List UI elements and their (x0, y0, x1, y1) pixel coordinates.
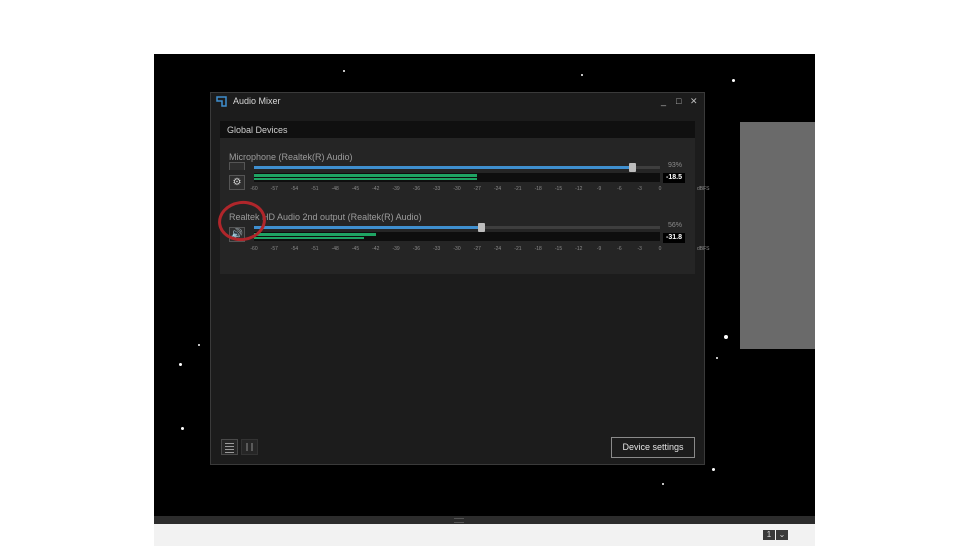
meter-bar (254, 178, 478, 180)
db-scale: -60 -57 -54 -51 -48 -45 -42 -39 -36 -33 -30 -27 -24-… (250, 246, 709, 254)
device-settings-button[interactable]: Device settings (611, 437, 695, 458)
microphone-level-meter (254, 173, 660, 182)
star (179, 363, 182, 366)
speaker-level-db: -31.8 (663, 233, 685, 243)
device-name-microphone: Microphone (Realtek(R) Audio) (229, 152, 353, 162)
close-button[interactable]: ✕ (690, 95, 698, 107)
global-devices-panel: Global Devices Microphone (Realtek(R) Au… (215, 121, 710, 274)
db-unit-label: dBFS (697, 246, 710, 252)
star (716, 357, 718, 359)
star (198, 344, 200, 346)
db-tick-label: -30 (453, 246, 461, 252)
bottom-toolbar: 1 ⌄ (154, 524, 815, 546)
meter-bar (254, 233, 376, 236)
db-tick-label: -12 (575, 186, 583, 192)
microphone-volume-percent: 93% (668, 162, 683, 169)
audio-mixer-window: Audio Mixer _ □ ✕ Global Devices Microph… (210, 92, 710, 465)
db-tick-label: -54 (290, 246, 299, 252)
db-scale: -60 -57 -54 -51 -48 -45 -42 -39 -36 -33 -30 -27 -24-… (250, 186, 709, 194)
db-tick-label: 0 (658, 186, 662, 192)
db-tick-label: -51 (311, 186, 319, 192)
db-tick-label: -54 (290, 186, 299, 192)
grid-view-icon[interactable] (241, 439, 258, 455)
db-tick-label: -51 (311, 246, 319, 252)
db-tick-label: -18 (534, 246, 542, 252)
star (732, 79, 735, 82)
meter-bar (254, 237, 364, 239)
db-tick-label: -15 (554, 186, 563, 192)
minimize-button[interactable]: _ (661, 95, 666, 107)
db-tick-label: -18 (534, 186, 542, 192)
star (181, 427, 184, 430)
db-tick-label: -60 (250, 186, 258, 192)
db-tick-label: -27 (473, 246, 481, 252)
gear-icon: ⚙ (232, 177, 242, 188)
db-tick-label: -24 (493, 186, 502, 192)
microphone-settings-button[interactable]: ⚙ (229, 175, 245, 190)
db-tick-label: 0 (658, 246, 662, 252)
side-panel (740, 122, 815, 349)
speaker-volume-slider[interactable] (254, 223, 660, 232)
star (581, 74, 583, 76)
microphone-volume-slider[interactable] (254, 163, 660, 172)
db-tick-label: -42 (372, 186, 380, 192)
volume-fill (254, 226, 482, 229)
title-bar[interactable]: Audio Mixer _ □ ✕ (211, 93, 704, 111)
db-tick-label: -6 (617, 246, 622, 252)
app-logo-icon (216, 96, 227, 107)
db-tick-label: -30 (453, 186, 461, 192)
star (724, 335, 728, 339)
db-tick-label: -45 (351, 246, 360, 252)
db-tick-label: -21 (514, 186, 522, 192)
db-tick-label: -48 (331, 246, 339, 252)
speaker-level-meter (254, 232, 660, 241)
db-tick-label: -15 (554, 246, 563, 252)
db-tick-label: -9 (596, 186, 602, 192)
speaker-volume-percent: 56% (668, 222, 683, 229)
db-tick-label: -60 (250, 246, 258, 252)
db-unit-label: dBFS (697, 186, 710, 192)
star (712, 468, 715, 471)
db-tick-label: -48 (331, 186, 339, 192)
star (343, 70, 345, 72)
panel-header: Global Devices (220, 121, 695, 138)
desktop-background: Audio Mixer _ □ ✕ Global Devices Microph… (154, 54, 815, 546)
db-tick-label: -45 (351, 186, 360, 192)
db-tick-label: -39 (392, 186, 400, 192)
collapse-toggle[interactable] (229, 162, 245, 170)
db-tick-label: -33 (433, 186, 441, 192)
volume-slider-handle[interactable] (628, 163, 636, 172)
db-tick-label: -9 (596, 246, 602, 252)
db-tick-label: -42 (372, 246, 380, 252)
list-view-icon[interactable] (221, 439, 238, 455)
star (662, 483, 664, 485)
db-tick-label: -36 (412, 186, 421, 192)
dropdown-button[interactable]: ⌄ (776, 530, 788, 540)
db-tick-label: -3 (637, 246, 642, 252)
db-tick-label: -36 (412, 246, 421, 252)
db-tick-label: -12 (575, 246, 583, 252)
db-tick-label: -39 (392, 246, 400, 252)
db-tick-label: -57 (270, 246, 278, 252)
microphone-level-db: -18.5 (663, 173, 685, 183)
db-tick-label: -57 (270, 186, 278, 192)
volume-fill (254, 166, 632, 169)
db-tick-label: -6 (617, 186, 622, 192)
db-tick-label: -33 (433, 246, 441, 252)
panel-title: Global Devices (227, 125, 288, 135)
resize-bar[interactable] (154, 516, 815, 524)
page-button[interactable]: 1 (763, 530, 775, 540)
db-tick-label: -3 (637, 186, 642, 192)
maximize-button[interactable]: □ (676, 95, 681, 107)
db-tick-label: -24 (493, 246, 502, 252)
window-title: Audio Mixer (233, 96, 281, 106)
meter-bar (254, 174, 478, 177)
volume-slider-handle[interactable] (478, 223, 486, 232)
db-tick-label: -27 (473, 186, 481, 192)
db-tick-label: -21 (514, 246, 522, 252)
